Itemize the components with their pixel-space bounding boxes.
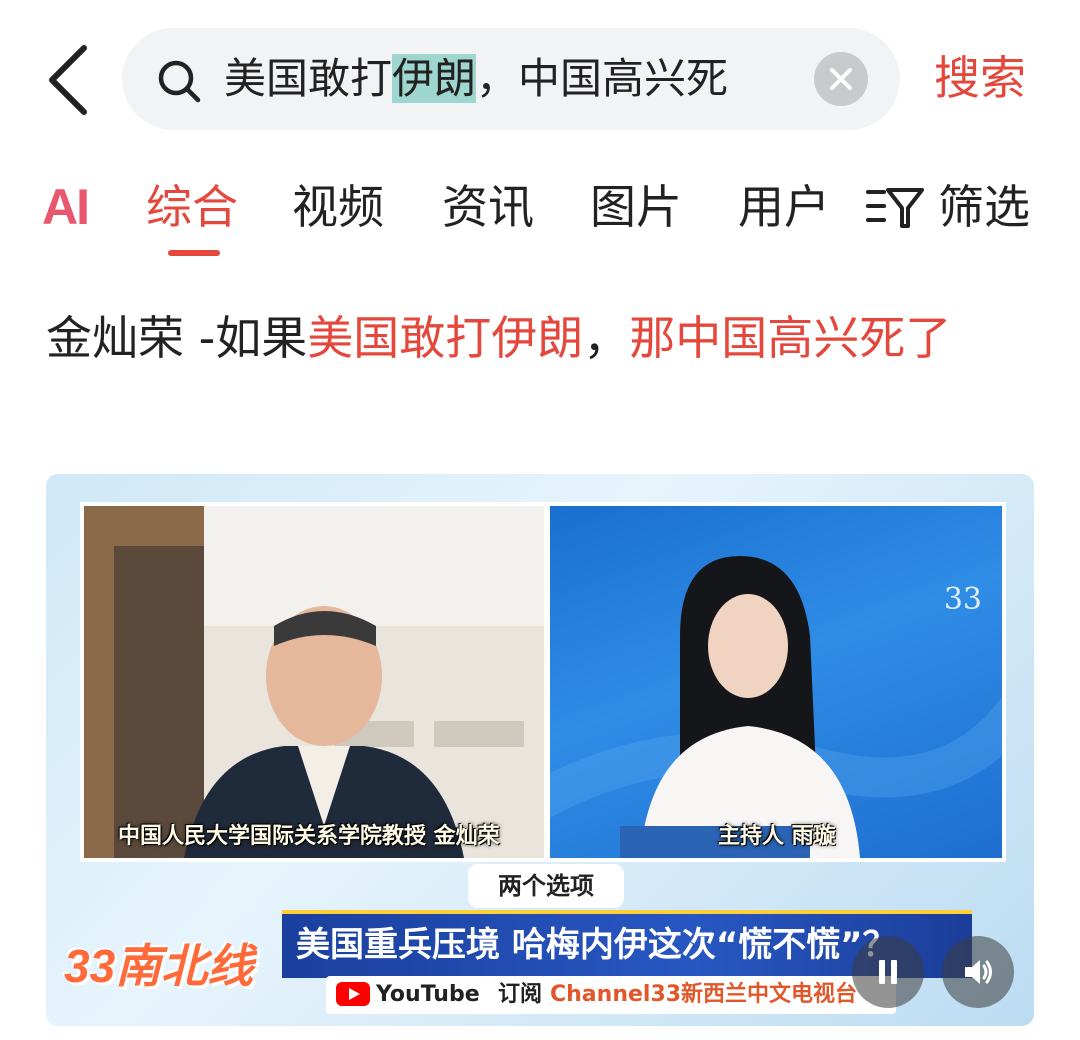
video-player[interactable]: 中国人民大学国际关系学院教授 金灿荣 33 主持人 雨璇 两个选项 33南北线 … — [46, 474, 1034, 1026]
tab-news[interactable]: 资讯 — [442, 172, 534, 242]
tab-users[interactable]: 用户 — [738, 172, 830, 242]
guest-video-frame — [84, 506, 544, 858]
channel-name: Channel33新西兰中文电视台 — [550, 982, 858, 1007]
filter-icon — [866, 188, 924, 228]
show-logo-text: 33南北线 — [64, 940, 254, 992]
tab-images[interactable]: 图片 — [590, 172, 682, 242]
search-query-before: 美国敢打 — [224, 54, 393, 103]
search-icon — [158, 60, 201, 103]
video-headline: 美国重兵压境 哈梅内伊这次“慌不慌”？ — [296, 925, 897, 965]
active-tab-indicator — [168, 250, 220, 256]
tab-comprehensive[interactable]: 综合 — [146, 172, 238, 242]
search-header: 美国敢打伊朗，中国高兴死 搜索 — [0, 0, 1080, 150]
channel-watermark: 33 — [943, 582, 982, 617]
guest-panel: 中国人民大学国际关系学院教授 金灿荣 — [80, 502, 548, 862]
search-input[interactable]: 美国敢打伊朗，中国高兴死 — [122, 28, 900, 130]
show-logo: 33南北线 — [54, 924, 284, 1004]
result-tabs: AI 综合 视频 资讯 图片 用户 筛选 — [0, 160, 1080, 270]
host-video-frame — [550, 556, 1002, 858]
youtube-label: YouTube — [376, 982, 480, 1007]
host-panel: 33 主持人 雨璇 — [546, 502, 1006, 862]
pause-icon — [879, 960, 897, 984]
volume-icon — [965, 960, 992, 984]
host-caption: 主持人 雨璇 — [718, 824, 836, 849]
pause-button[interactable] — [852, 936, 924, 1008]
search-query-highlight: 伊朗 — [392, 54, 477, 103]
clear-icon — [830, 68, 852, 90]
subscribe-bar: YouTube 订阅 Channel33新西兰中文电视台 — [326, 976, 896, 1014]
volume-button[interactable] — [942, 936, 1014, 1008]
tab-ai[interactable]: AI — [42, 172, 90, 242]
guest-caption: 中国人民大学国际关系学院教授 金灿荣 — [118, 824, 500, 849]
title-comma: ， — [583, 311, 630, 365]
topic-tag: 两个选项 — [468, 864, 624, 908]
search-query-after: ，中国高兴死 — [476, 54, 729, 103]
clear-button[interactable] — [814, 52, 868, 106]
result-title[interactable]: 金灿荣 -如果美国敢打伊朗，那中国高兴死了 — [46, 300, 1026, 376]
search-button[interactable]: 搜索 — [934, 46, 1026, 110]
filter-label: 筛选 — [938, 180, 1030, 234]
title-keyword-1: 美国敢打伊朗 — [307, 311, 584, 365]
back-button[interactable] — [40, 40, 100, 120]
subscribe-label: 订阅 — [498, 982, 543, 1007]
youtube-icon — [336, 982, 370, 1006]
search-query[interactable]: 美国敢打伊朗，中国高兴死 — [224, 50, 728, 108]
title-keyword-2: 那中国高兴死了 — [629, 311, 952, 365]
back-arrow-icon — [49, 45, 87, 115]
title-plain: 金灿荣 -如果 — [46, 311, 308, 365]
tab-video[interactable]: 视频 — [292, 172, 384, 242]
